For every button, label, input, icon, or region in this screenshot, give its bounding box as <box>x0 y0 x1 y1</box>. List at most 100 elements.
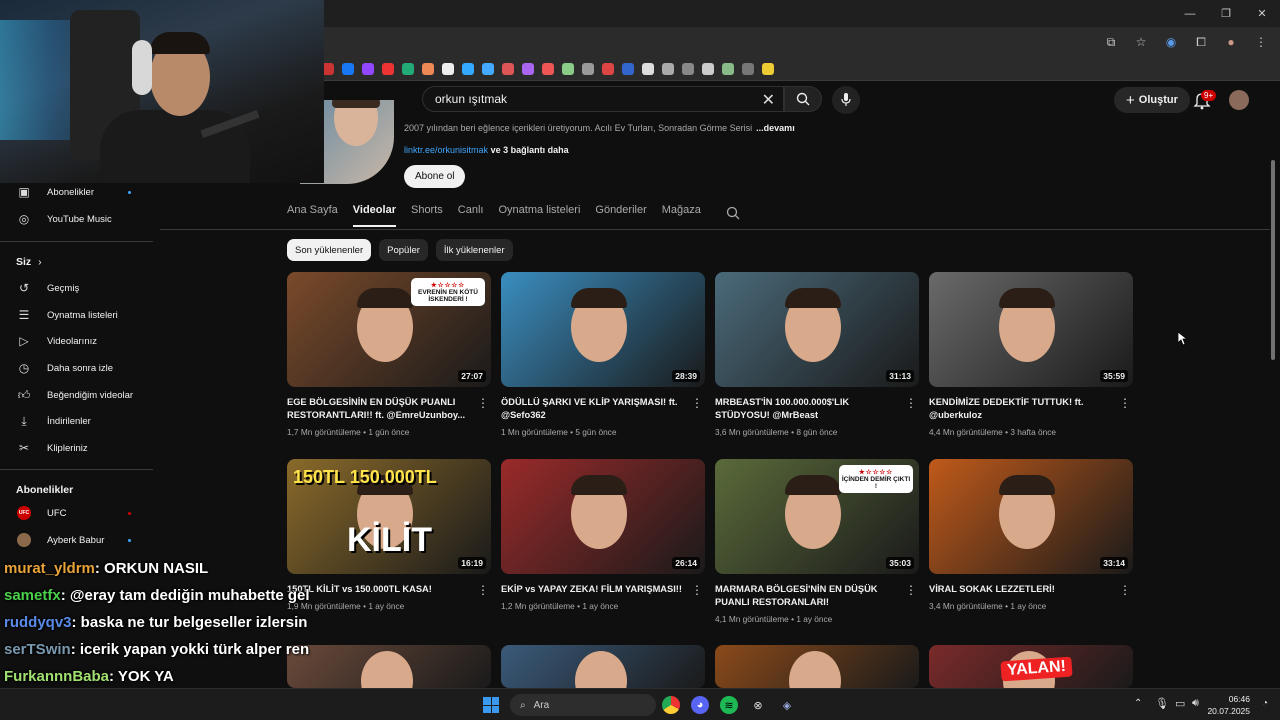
extension-shield-icon[interactable]: ◉ <box>1162 33 1180 51</box>
minimize-button[interactable]: — <box>1172 0 1208 27</box>
video-thumbnail[interactable]: ★☆☆☆☆ İÇİNDEN DEMİR ÇIKTI ! 35:03 <box>715 459 919 574</box>
video-thumbnail[interactable] <box>287 645 491 688</box>
microphone-tray-icon[interactable]: 🎙︎ <box>1155 697 1169 710</box>
tray-chevron-icon[interactable]: ⌃ <box>1134 698 1142 709</box>
chip-popular[interactable]: Popüler <box>379 239 428 261</box>
video-menu-icon[interactable]: ⋮ <box>1119 396 1131 410</box>
tab-posts[interactable]: Gönderiler <box>595 204 646 227</box>
video-menu-icon[interactable]: ⋮ <box>905 396 917 410</box>
bookmark-icon[interactable] <box>382 62 394 75</box>
close-window-button[interactable]: ✕ <box>1244 0 1280 27</box>
chip-oldest[interactable]: İlk yüklenenler <box>435 239 513 261</box>
video-thumbnail[interactable]: ★☆☆☆☆ EVRENİN EN KÖTÜ İSKENDERİ ! 27:07 <box>287 272 491 387</box>
video-card[interactable]: ★☆☆☆☆ İÇİNDEN DEMİR ÇIKTI ! 35:03 MARMARA… <box>715 459 919 624</box>
sidebar-sub-ayberk-babur[interactable]: Ayberk Babur <box>17 530 104 550</box>
search-input[interactable]: orkun ışıtmak ✕ <box>422 86 784 112</box>
chrome-icon[interactable] <box>662 696 680 714</box>
video-card[interactable]: 150TL 150.000TL KİLİT 16:19 150TL KİLİT v… <box>287 459 491 611</box>
sidebar-item-watch-later[interactable]: ◷ Daha sonra izle <box>17 358 113 378</box>
bookmark-icon[interactable] <box>582 62 594 75</box>
cast-icon[interactable]: ⧉ <box>1102 33 1120 51</box>
video-card[interactable]: ★☆☆☆☆ EVRENİN EN KÖTÜ İSKENDERİ ! 27:07 E… <box>287 272 491 437</box>
bookmark-icon[interactable] <box>762 62 774 75</box>
bookmark-icon[interactable] <box>682 62 694 75</box>
taskbar-search[interactable]: ⌕ Ara <box>510 694 656 716</box>
channel-search-icon[interactable] <box>726 206 740 220</box>
browser-menu-icon[interactable]: ⋮ <box>1252 33 1270 51</box>
video-thumbnail[interactable]: 150TL 150.000TL KİLİT 16:19 <box>287 459 491 574</box>
video-thumbnail[interactable]: 35:59 <box>929 272 1133 387</box>
spotify-icon[interactable]: ≋ <box>720 696 738 714</box>
bookmark-icon[interactable] <box>502 62 514 75</box>
volume-icon[interactable]: 🔊︎ <box>1192 697 1199 710</box>
tab-playlists[interactable]: Oynatma listeleri <box>498 204 580 227</box>
sidebar-item-downloads[interactable]: ⤓ İndirilenler <box>17 411 90 431</box>
bookmark-icon[interactable] <box>482 62 494 75</box>
video-title[interactable]: KENDİMİZE DEDEKTİF TUTTUK! ft. @uberkulo… <box>929 396 1115 422</box>
extensions-puzzle-icon[interactable]: ⧠ <box>1192 33 1210 51</box>
bookmark-icon[interactable] <box>542 62 554 75</box>
video-menu-icon[interactable]: ⋮ <box>691 396 703 410</box>
video-title[interactable]: 150TL KİLİT vs 150.000TL KASA! <box>287 583 473 596</box>
video-card[interactable]: 33:14 VİRAL SOKAK LEZZETLERİ! 3,4 Mn gör… <box>929 459 1133 611</box>
video-menu-icon[interactable]: ⋮ <box>477 396 489 410</box>
sidebar-item-playlists[interactable]: ☰ Oynatma listeleri <box>17 305 118 325</box>
video-card[interactable]: 28:39 ÖDÜLLÜ ŞARKI VE KLİP YARIŞMASI! ft… <box>501 272 705 437</box>
bookmark-icon[interactable] <box>462 62 474 75</box>
video-card[interactable]: 31:13 MRBEAST'İN 100.000.000$'LIK STÜDYO… <box>715 272 919 437</box>
tab-live[interactable]: Canlı <box>458 204 484 227</box>
bookmark-star-icon[interactable]: ☆ <box>1132 33 1150 51</box>
video-title[interactable]: ÖDÜLLÜ ŞARKI VE KLİP YARIŞMASI! ft. @Sef… <box>501 396 687 422</box>
game-launcher-icon[interactable]: ⊗ <box>749 696 767 714</box>
bookmark-icon[interactable] <box>742 62 754 75</box>
bookmark-icon[interactable] <box>522 62 534 75</box>
steam-icon[interactable]: ◈ <box>778 696 796 714</box>
tab-videos[interactable]: Videolar <box>352 204 396 227</box>
video-menu-icon[interactable]: ⋮ <box>905 583 917 597</box>
taskbar-clock[interactable]: 06:46 20.07.2025 <box>1207 693 1250 717</box>
network-icon[interactable]: ▭ <box>1175 697 1185 710</box>
sidebar-you-header[interactable]: Siz › <box>16 256 42 268</box>
video-card[interactable]: 26:14 EKİP vs YAPAY ZEKA! FİLM YARIŞMASI… <box>501 459 705 611</box>
bookmark-icon[interactable] <box>722 62 734 75</box>
maximize-button[interactable]: ❐ <box>1208 0 1244 27</box>
chip-latest[interactable]: Son yüklenenler <box>287 239 372 261</box>
video-thumbnail[interactable]: 31:13 <box>715 272 919 387</box>
profile-icon[interactable]: ● <box>1222 33 1240 51</box>
sidebar-item-subscriptions[interactable]: ▣ Abonelikler <box>17 182 94 202</box>
sidebar-item-youtube-music[interactable]: ◎ YouTube Music <box>17 209 112 229</box>
bookmark-icon[interactable] <box>442 62 454 75</box>
voice-search-button[interactable] <box>832 86 860 114</box>
bookmark-icon[interactable] <box>702 62 714 75</box>
sidebar-item-clips[interactable]: ✂ Klipleriniz <box>17 438 88 458</box>
tab-shorts[interactable]: Shorts <box>411 204 443 227</box>
bookmark-icon[interactable] <box>342 62 354 75</box>
bookmark-icon[interactable] <box>362 62 374 75</box>
video-thumbnail[interactable]: 26:14 <box>501 459 705 574</box>
video-thumbnail[interactable]: YALAN! <box>929 645 1133 688</box>
bookmark-icon[interactable] <box>642 62 654 75</box>
bookmark-icon[interactable] <box>662 62 674 75</box>
tab-store[interactable]: Mağaza <box>662 204 701 227</box>
video-menu-icon[interactable]: ⋮ <box>1119 583 1131 597</box>
subscribe-button[interactable]: Abone ol <box>404 165 466 188</box>
sidebar-item-history[interactable]: ↺ Geçmiş <box>17 278 79 298</box>
notification-center-icon[interactable]: ◔ <box>1262 698 1268 709</box>
video-thumbnail[interactable] <box>715 645 919 688</box>
channel-link[interactable]: linktr.ee/orkunisitmak <box>404 145 488 155</box>
scrollbar-thumb[interactable] <box>1271 160 1275 360</box>
show-more-link[interactable]: ...devamı <box>756 123 795 133</box>
video-title[interactable]: VİRAL SOKAK LEZZETLERİ! <box>929 583 1115 596</box>
video-title[interactable]: EGE BÖLGESİNİN EN DÜŞÜK PUANLI RESTORANT… <box>287 396 473 422</box>
video-title[interactable]: MARMARA BÖLGESİ'NİN EN DÜŞÜK PUANLI REST… <box>715 583 901 609</box>
video-title[interactable]: MRBEAST'İN 100.000.000$'LIK STÜDYOSU! @M… <box>715 396 901 422</box>
create-button[interactable]: + Oluştur <box>1114 87 1190 113</box>
bookmark-icon[interactable] <box>602 62 614 75</box>
sidebar-item-your-videos[interactable]: ▷ Videolarınız <box>17 331 97 351</box>
sidebar-sub-ufc[interactable]: UFC UFC <box>17 503 67 523</box>
bookmark-icon[interactable] <box>402 62 414 75</box>
video-title[interactable]: EKİP vs YAPAY ZEKA! FİLM YARIŞMASI!! <box>501 583 687 596</box>
bookmark-icon[interactable] <box>622 62 634 75</box>
sidebar-item-liked-videos[interactable]: 👍︎ Beğendiğim videolar <box>17 385 133 405</box>
windows-start-icon[interactable] <box>483 697 499 713</box>
